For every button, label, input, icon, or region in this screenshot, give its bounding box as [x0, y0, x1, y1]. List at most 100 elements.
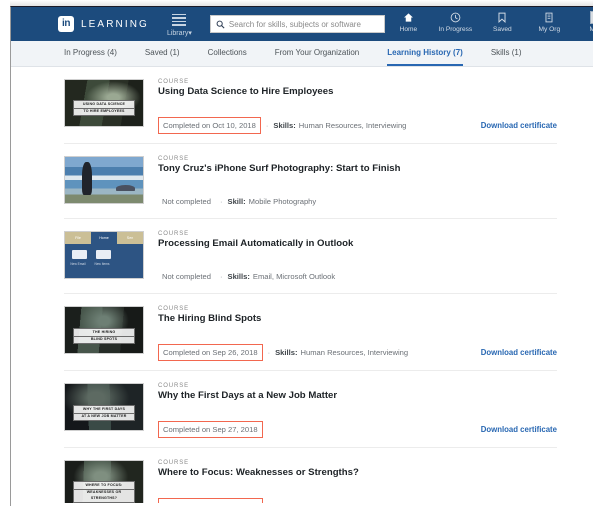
- library-menu-button[interactable]: Library▾: [167, 12, 192, 37]
- window-left-gutter: [0, 0, 10, 509]
- download-certificate-link[interactable]: Download certificate: [467, 425, 557, 434]
- ribbon-tab: Sen: [126, 236, 134, 240]
- learning-history-list: USING DATA SCIENCE TO HIRE EMPLOYEES COU…: [11, 67, 593, 506]
- meta-separator: ·: [267, 348, 271, 357]
- tab-collections[interactable]: Collections: [208, 41, 247, 66]
- nav-label-in-progress: In Progress: [438, 26, 473, 33]
- nav-label-my-org: My Org: [538, 26, 561, 33]
- table-row[interactable]: USING DATA SCIENCE TO HIRE EMPLOYEES COU…: [64, 67, 557, 144]
- completion-status: Completed on Oct 10, 2018: [158, 117, 261, 134]
- tab-from-your-organization[interactable]: From Your Organization: [275, 41, 360, 66]
- skills-label: Skills:: [275, 348, 298, 357]
- completion-status: Completed on Sep 26, 2018: [158, 344, 263, 361]
- table-row[interactable]: THE HIRING BLIND SPOTS COURSE The Hiring…: [64, 294, 557, 371]
- completion-status: Not completed: [162, 197, 211, 206]
- table-row[interactable]: WHY THE FIRST DAYS AT A NEW JOB MATTER C…: [64, 371, 557, 448]
- window-right-gutter: [593, 0, 603, 509]
- nav-item-home[interactable]: Home: [385, 11, 432, 33]
- course-title[interactable]: Why the First Days at a New Job Matter: [158, 390, 557, 402]
- skills-value: Human Resources, Interviewing: [300, 348, 409, 357]
- meta-separator: ·: [219, 272, 223, 281]
- course-meta: Completed on Sep 27, 2018 Download certi…: [158, 421, 557, 438]
- chevron-down-icon: ▾: [188, 29, 192, 37]
- clock-icon: [450, 11, 461, 24]
- table-row[interactable]: File Home Sen New Email New Items COURSE…: [64, 219, 557, 294]
- ribbon-button-icon: [72, 250, 87, 259]
- ribbon-tab: File: [75, 236, 81, 240]
- course-title[interactable]: The Hiring Blind Spots: [158, 313, 557, 325]
- course-meta: Completed on Oct 10, 2018 · Skills: Huma…: [158, 117, 557, 134]
- meta-separator: ·: [219, 197, 223, 206]
- ribbon-button-icon: [96, 250, 111, 259]
- browser-window: in LEARNING Library▾ Search for skills, …: [10, 6, 593, 506]
- bookmark-icon: [497, 11, 507, 24]
- completion-status: Completed on Sep 27, 2018: [158, 421, 263, 438]
- course-kicker: COURSE: [158, 460, 190, 466]
- course-meta: Not completed · Skills: Email, Microsoft…: [158, 269, 557, 284]
- course-thumbnail[interactable]: USING DATA SCIENCE TO HIRE EMPLOYEES: [64, 79, 144, 127]
- ribbon-tab: Home: [91, 232, 117, 244]
- course-title[interactable]: Using Data Science to Hire Employees: [158, 86, 557, 98]
- linkedin-in-icon: in: [58, 16, 74, 32]
- skills-label: Skills:: [227, 272, 250, 281]
- global-header: in LEARNING Library▾ Search for skills, …: [11, 7, 593, 41]
- course-kicker: COURSE: [158, 79, 190, 85]
- ribbon-button-label: New Items: [94, 262, 110, 266]
- window-bottom-edge: [11, 503, 593, 506]
- thumbnail-overlay-line: BLIND SPOTS: [73, 335, 135, 345]
- meta-separator: ·: [265, 121, 269, 130]
- course-title[interactable]: Tony Cruz's iPhone Surf Photography: Sta…: [158, 163, 557, 175]
- tab-in-progress[interactable]: In Progress (4): [64, 41, 117, 66]
- search-input[interactable]: [228, 19, 379, 29]
- download-certificate-link[interactable]: Download certificate: [467, 121, 557, 130]
- list-icon: [172, 13, 187, 28]
- skills-value: Human Resources, Interviewing: [298, 121, 407, 130]
- search-box[interactable]: [209, 15, 385, 33]
- logo-wordmark: LEARNING: [81, 18, 149, 30]
- library-label: Library▾: [166, 29, 192, 37]
- course-kicker: COURSE: [158, 156, 190, 162]
- table-row[interactable]: WHERE TO FOCUS: WEAKNESSES OR STRENGTHS?…: [64, 448, 557, 506]
- nav-label-home: Home: [399, 26, 418, 33]
- nav-item-my-org[interactable]: My Org: [526, 11, 573, 33]
- home-icon: [403, 11, 414, 24]
- thumbnail-overlay-line: AT A NEW JOB MATTER: [73, 412, 135, 422]
- course-thumbnail[interactable]: [64, 156, 144, 204]
- completion-status: Not completed: [162, 272, 211, 281]
- learning-tabs: In Progress (4) Saved (1) Collections Fr…: [11, 41, 593, 67]
- skills-value: Mobile Photography: [248, 197, 317, 206]
- nav-label-me: Me: [590, 26, 593, 33]
- course-thumbnail[interactable]: THE HIRING BLIND SPOTS: [64, 306, 144, 354]
- skills-label: Skills:: [273, 121, 296, 130]
- thumbnail-ribbon: File Home Sen: [65, 232, 143, 244]
- course-meta: Completed on Sep 26, 2018 · Skills: Huma…: [158, 344, 557, 361]
- nav-item-me[interactable]: Me ▾: [573, 11, 593, 33]
- course-kicker: COURSE: [158, 231, 190, 237]
- tab-saved[interactable]: Saved (1): [145, 41, 180, 66]
- course-thumbnail[interactable]: File Home Sen New Email New Items: [64, 231, 144, 279]
- tab-learning-history[interactable]: Learning History (7): [387, 41, 463, 66]
- course-title[interactable]: Processing Email Automatically in Outloo…: [158, 238, 557, 250]
- course-kicker: COURSE: [158, 383, 190, 389]
- nav-item-in-progress[interactable]: In Progress: [432, 11, 479, 33]
- nav-item-saved[interactable]: Saved: [479, 11, 526, 33]
- course-thumbnail[interactable]: WHY THE FIRST DAYS AT A NEW JOB MATTER: [64, 383, 144, 431]
- course-kicker: COURSE: [158, 306, 190, 312]
- thumbnail-overlay-line: WEAKNESSES OR STRENGTHS?: [73, 488, 135, 503]
- table-row[interactable]: COURSE Tony Cruz's iPhone Surf Photograp…: [64, 144, 557, 219]
- header-nav: Home In Progress Saved My Org: [385, 7, 593, 41]
- search-icon: [216, 20, 225, 29]
- course-title[interactable]: Where to Focus: Weaknesses or Strengths?: [158, 467, 557, 479]
- building-icon: [544, 11, 554, 24]
- ribbon-button-label: New Email: [70, 262, 86, 266]
- download-certificate-link[interactable]: Download certificate: [467, 348, 557, 357]
- linkedin-learning-logo[interactable]: in LEARNING: [58, 16, 149, 32]
- course-meta: Not completed · Skill: Mobile Photograph…: [158, 194, 557, 209]
- tab-skills[interactable]: Skills (1): [491, 41, 522, 66]
- skills-value: Email, Microsoft Outlook: [252, 272, 336, 281]
- thumbnail-overlay-line: TO HIRE EMPLOYEES: [73, 107, 135, 117]
- nav-label-saved: Saved: [493, 26, 512, 33]
- avatar-icon: [589, 11, 593, 24]
- course-thumbnail[interactable]: WHERE TO FOCUS: WEAKNESSES OR STRENGTHS?: [64, 460, 144, 506]
- skills-label: Skill:: [227, 197, 246, 206]
